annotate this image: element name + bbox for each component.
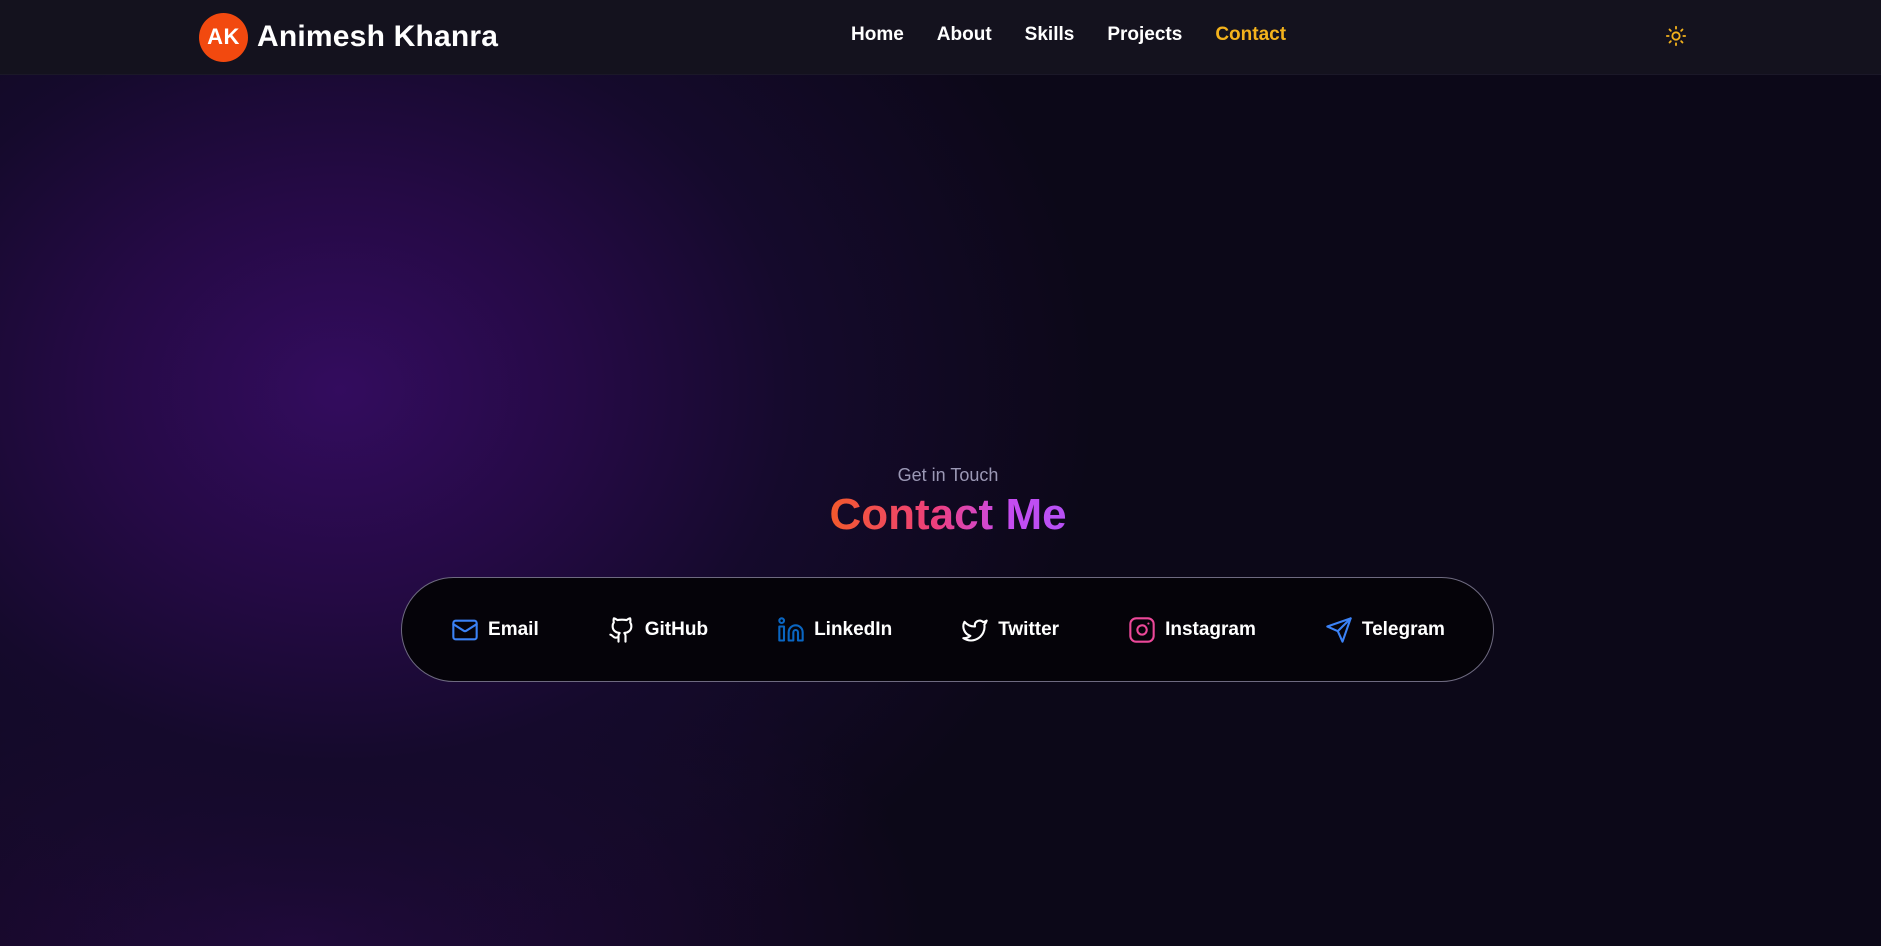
section-subtitle: Get in Touch	[897, 465, 999, 485]
contact-link-telegram[interactable]: Telegram	[1324, 615, 1445, 645]
contact-link-label: GitHub	[644, 618, 709, 640]
brand[interactable]: AK Animesh Khanra	[199, 12, 498, 62]
contact-link-instagram[interactable]: Instagram	[1127, 615, 1256, 645]
nav-contact[interactable]: Contact	[1215, 24, 1286, 46]
contact-link-label: Instagram	[1165, 618, 1256, 640]
contact-link-label: Email	[488, 618, 539, 640]
contact-link-twitter[interactable]: Twitter	[960, 615, 1059, 645]
instagram-icon	[1127, 615, 1157, 645]
mail-icon	[450, 615, 480, 645]
nav-skills[interactable]: Skills	[1025, 24, 1075, 46]
sun-icon	[1665, 25, 1687, 47]
linkedin-icon	[776, 615, 806, 645]
nav-home[interactable]: Home	[851, 24, 904, 46]
theme-toggle-button[interactable]	[1663, 23, 1689, 49]
contact-link-label: Telegram	[1361, 618, 1445, 640]
logo-badge: AK	[199, 12, 248, 62]
contact-link-email[interactable]: Email	[450, 615, 539, 645]
github-icon	[607, 615, 637, 645]
section-title: Contact Me	[0, 490, 1881, 540]
contact-link-label: Twitter	[998, 618, 1060, 640]
brand-name: Animesh Khanra	[257, 20, 499, 53]
navbar: AK Animesh Khanra Home About Skills Proj…	[0, 0, 1881, 75]
main-nav: Home About Skills Projects Contact	[851, 24, 1286, 46]
nav-about[interactable]: About	[937, 24, 992, 46]
contact-link-github[interactable]: GitHub	[607, 615, 708, 645]
nav-projects[interactable]: Projects	[1107, 24, 1182, 46]
contact-links-bar: Email GitHub LinkedIn Twitter Instagram …	[401, 577, 1494, 682]
contact-link-linkedin[interactable]: LinkedIn	[776, 615, 892, 645]
send-icon	[1324, 615, 1354, 645]
page: AK Animesh Khanra Home About Skills Proj…	[0, 0, 1881, 946]
contact-link-label: LinkedIn	[814, 618, 893, 640]
section-title-text: Contact Me	[829, 490, 1067, 539]
twitter-icon	[960, 615, 990, 645]
